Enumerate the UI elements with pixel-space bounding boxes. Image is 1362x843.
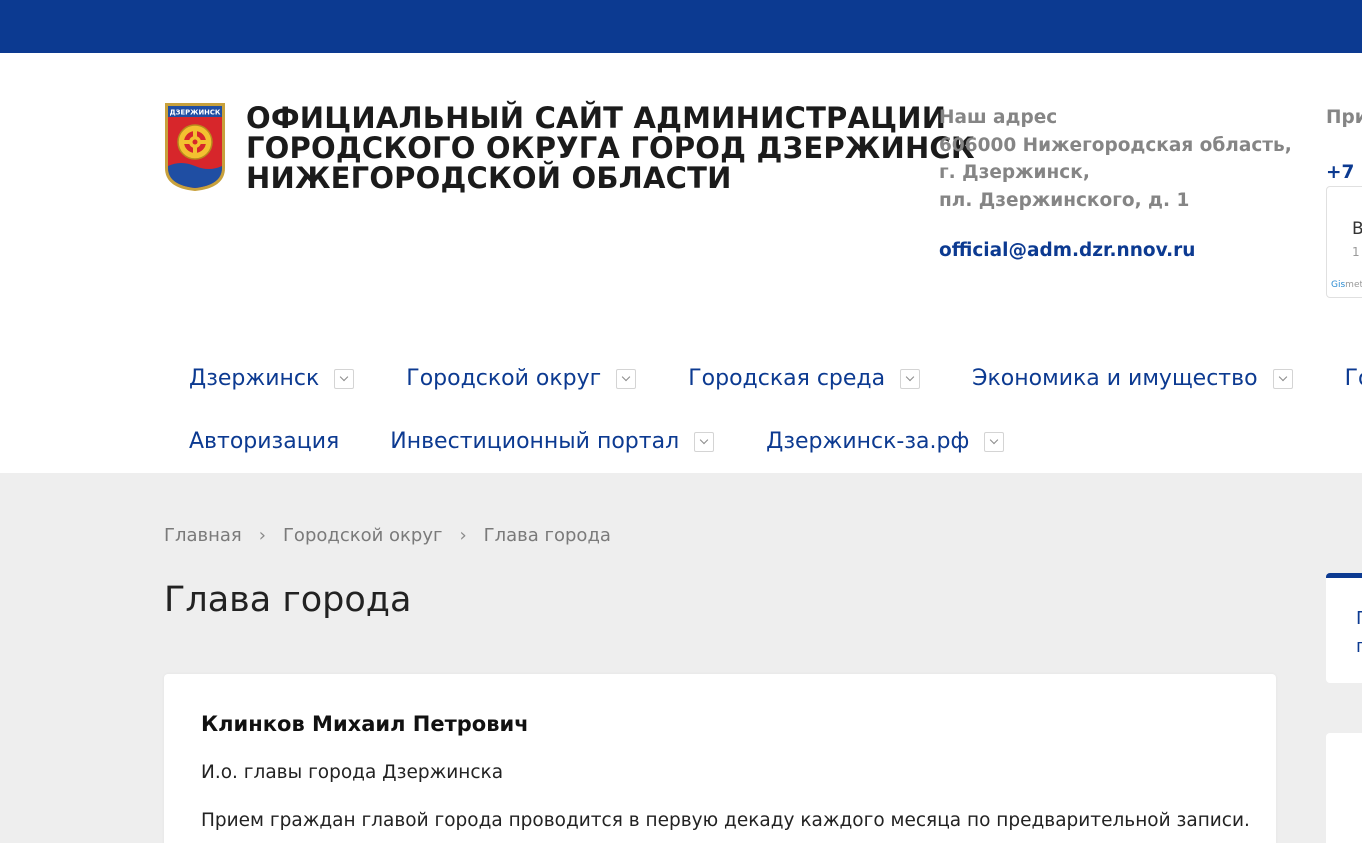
- nav-item-label: Городская среда: [688, 366, 886, 391]
- nav-item-label: Инвестиционный портал: [390, 429, 680, 454]
- site-title-line: ГОРОДСКОГО ОКРУГА ГОРОД ДЗЕРЖИНСК: [246, 131, 975, 165]
- address-label: Наш адрес: [939, 107, 1058, 128]
- sidebar-card-secondary: [1326, 733, 1362, 843]
- weather-brand-rest: meteo: [1345, 280, 1362, 290]
- top-bar: [0, 0, 1362, 53]
- breadcrumb-home-link[interactable]: Главная: [164, 525, 242, 546]
- nav-item-city-district[interactable]: Городской округ: [406, 362, 637, 396]
- weather-sub-text: 1: [1352, 245, 1360, 259]
- official-name: Клинков Михаил Петрович: [201, 712, 529, 736]
- page-title: Глава города: [164, 580, 412, 620]
- weather-widget[interactable]: В 1 Gismeteo: [1326, 186, 1362, 298]
- address-line: г. Дзержинск,: [939, 162, 1090, 183]
- sidebar-card[interactable]: П г: [1326, 573, 1362, 683]
- city-coat-of-arms-logo[interactable]: ДЗЕРЖИНСК: [164, 102, 226, 192]
- address-line: 606000 Нижегородская область,: [939, 134, 1292, 156]
- nav-item-economy[interactable]: Экономика и имущество: [972, 362, 1293, 396]
- coat-of-arms-icon: ДЗЕРЖИНСК: [165, 103, 225, 191]
- chevron-down-icon[interactable]: [900, 369, 921, 389]
- chevron-down-icon[interactable]: [984, 432, 1005, 452]
- breadcrumb-current: Глава города: [483, 525, 611, 546]
- chevron-down-icon[interactable]: [694, 432, 715, 452]
- reception-info-text: Прием граждан главой города проводится в…: [201, 810, 1250, 831]
- breadcrumb-separator: ›: [258, 525, 266, 546]
- site-title[interactable]: ОФИЦИАЛЬНЫЙ САЙТ АДМИНИСТРАЦИИ ГОРОДСКОГ…: [246, 101, 975, 195]
- weather-main-text: В: [1352, 219, 1362, 239]
- main-nav-row-2: Авторизация Инвестиционный портал Дзержи…: [189, 425, 1005, 459]
- nav-item-label: Дзержинск-за.рф: [766, 429, 970, 454]
- site-title-line: НИЖЕГОРОДСКОЙ ОБЛАСТИ: [246, 161, 732, 195]
- chevron-down-icon[interactable]: [616, 369, 637, 389]
- nav-item-city[interactable]: Город: [1345, 362, 1362, 396]
- breadcrumb: Главная › Городской округ › Глава города: [164, 525, 611, 546]
- breadcrumb-separator: ›: [459, 525, 467, 546]
- logo-text: ДЗЕРЖИНСК: [170, 109, 221, 117]
- reception-phone-link[interactable]: +7 (: [1326, 159, 1362, 187]
- nav-item-label: Авторизация: [189, 429, 340, 454]
- nav-item-investment-portal[interactable]: Инвестиционный портал: [390, 425, 715, 459]
- nav-item-login[interactable]: Авторизация: [189, 425, 339, 459]
- weather-brand[interactable]: Gismeteo: [1331, 280, 1362, 290]
- nav-item-label: Городской округ: [406, 366, 602, 391]
- chevron-down-icon[interactable]: [1272, 369, 1293, 389]
- reception-label: При: [1326, 107, 1362, 128]
- site-title-line: ОФИЦИАЛЬНЫЙ САЙТ АДМИНИСТРАЦИИ: [246, 101, 947, 135]
- breadcrumb-district-link[interactable]: Городской округ: [283, 525, 443, 546]
- nav-item-urban-environment[interactable]: Городская среда: [688, 362, 921, 396]
- sidebar-card-text: П: [1356, 608, 1362, 629]
- chevron-down-icon[interactable]: [334, 369, 355, 389]
- nav-item-dzerzhinsk[interactable]: Дзержинск: [189, 362, 355, 396]
- official-position: И.о. главы города Дзержинска: [201, 762, 504, 783]
- nav-item-dzerzhinsk-za[interactable]: Дзержинск-за.рф: [766, 425, 1005, 459]
- address-block: Наш адрес 606000 Нижегородская область, …: [939, 104, 1292, 214]
- main-nav-row-1: Дзержинск Городской округ Городская сред…: [189, 362, 1362, 396]
- address-line: пл. Дзержинского, д. 1: [939, 189, 1190, 211]
- nav-item-label: Дзержинск: [189, 366, 320, 391]
- weather-brand-gis: Gis: [1331, 280, 1346, 290]
- email-link[interactable]: official@adm.dzr.nnov.ru: [939, 240, 1195, 261]
- sidebar-card-text: г: [1356, 636, 1362, 657]
- nav-item-label: Экономика и имущество: [972, 366, 1258, 391]
- nav-item-label: Город: [1344, 366, 1362, 391]
- head-of-city-card: Клинков Михаил Петрович И.о. главы город…: [164, 674, 1276, 843]
